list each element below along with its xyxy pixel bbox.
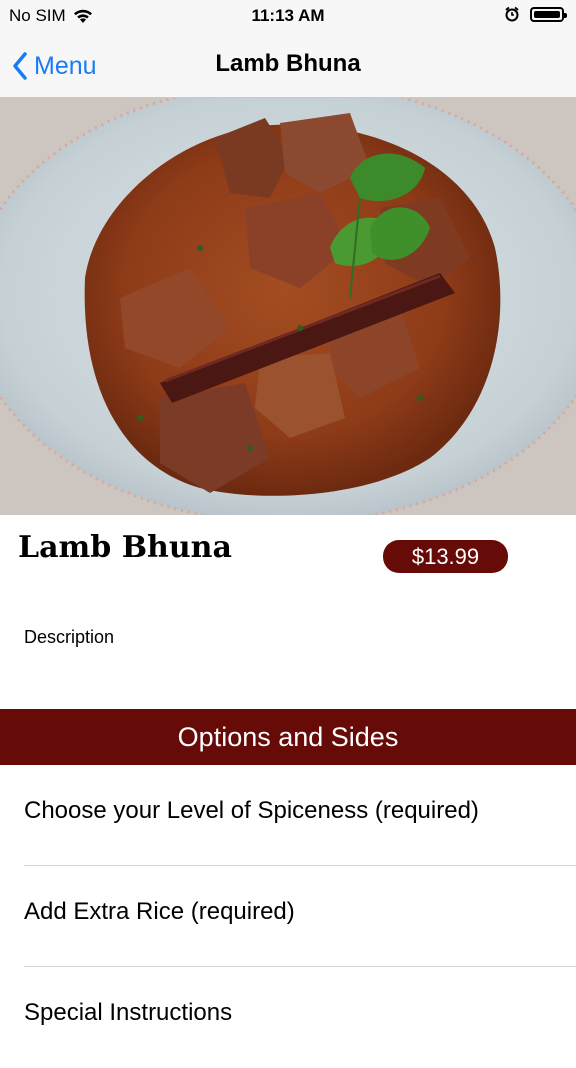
- status-bar: No SIM 11:13 AM: [0, 0, 576, 34]
- alarm-icon: [505, 6, 519, 22]
- option-label: Choose your Level of Spiceness (required…: [24, 797, 479, 824]
- option-row-spice-level[interactable]: Choose your Level of Spiceness (required…: [0, 765, 576, 866]
- navigation-bar: Menu Lamb Bhuna: [0, 34, 576, 98]
- dish-photo: [0, 98, 576, 515]
- battery-icon: [530, 6, 567, 22]
- status-right: [504, 6, 567, 22]
- carrier-label: No SIM: [9, 6, 66, 25]
- options-section-header: Options and Sides: [0, 709, 576, 765]
- nav-title: Lamb Bhuna: [215, 50, 361, 77]
- description-label: Description: [24, 627, 115, 647]
- wifi-icon: [73, 9, 92, 23]
- option-label: Special Instructions: [24, 999, 233, 1026]
- item-title: Lamb Bhuna: [18, 530, 232, 565]
- option-row-special-instructions[interactable]: Special Instructions: [0, 967, 576, 1068]
- option-row-extra-rice[interactable]: Add Extra Rice (required): [0, 866, 576, 967]
- status-left: No SIM: [9, 6, 94, 26]
- option-label: Add Extra Rice (required): [24, 898, 295, 925]
- price-badge: $13.99: [383, 540, 508, 573]
